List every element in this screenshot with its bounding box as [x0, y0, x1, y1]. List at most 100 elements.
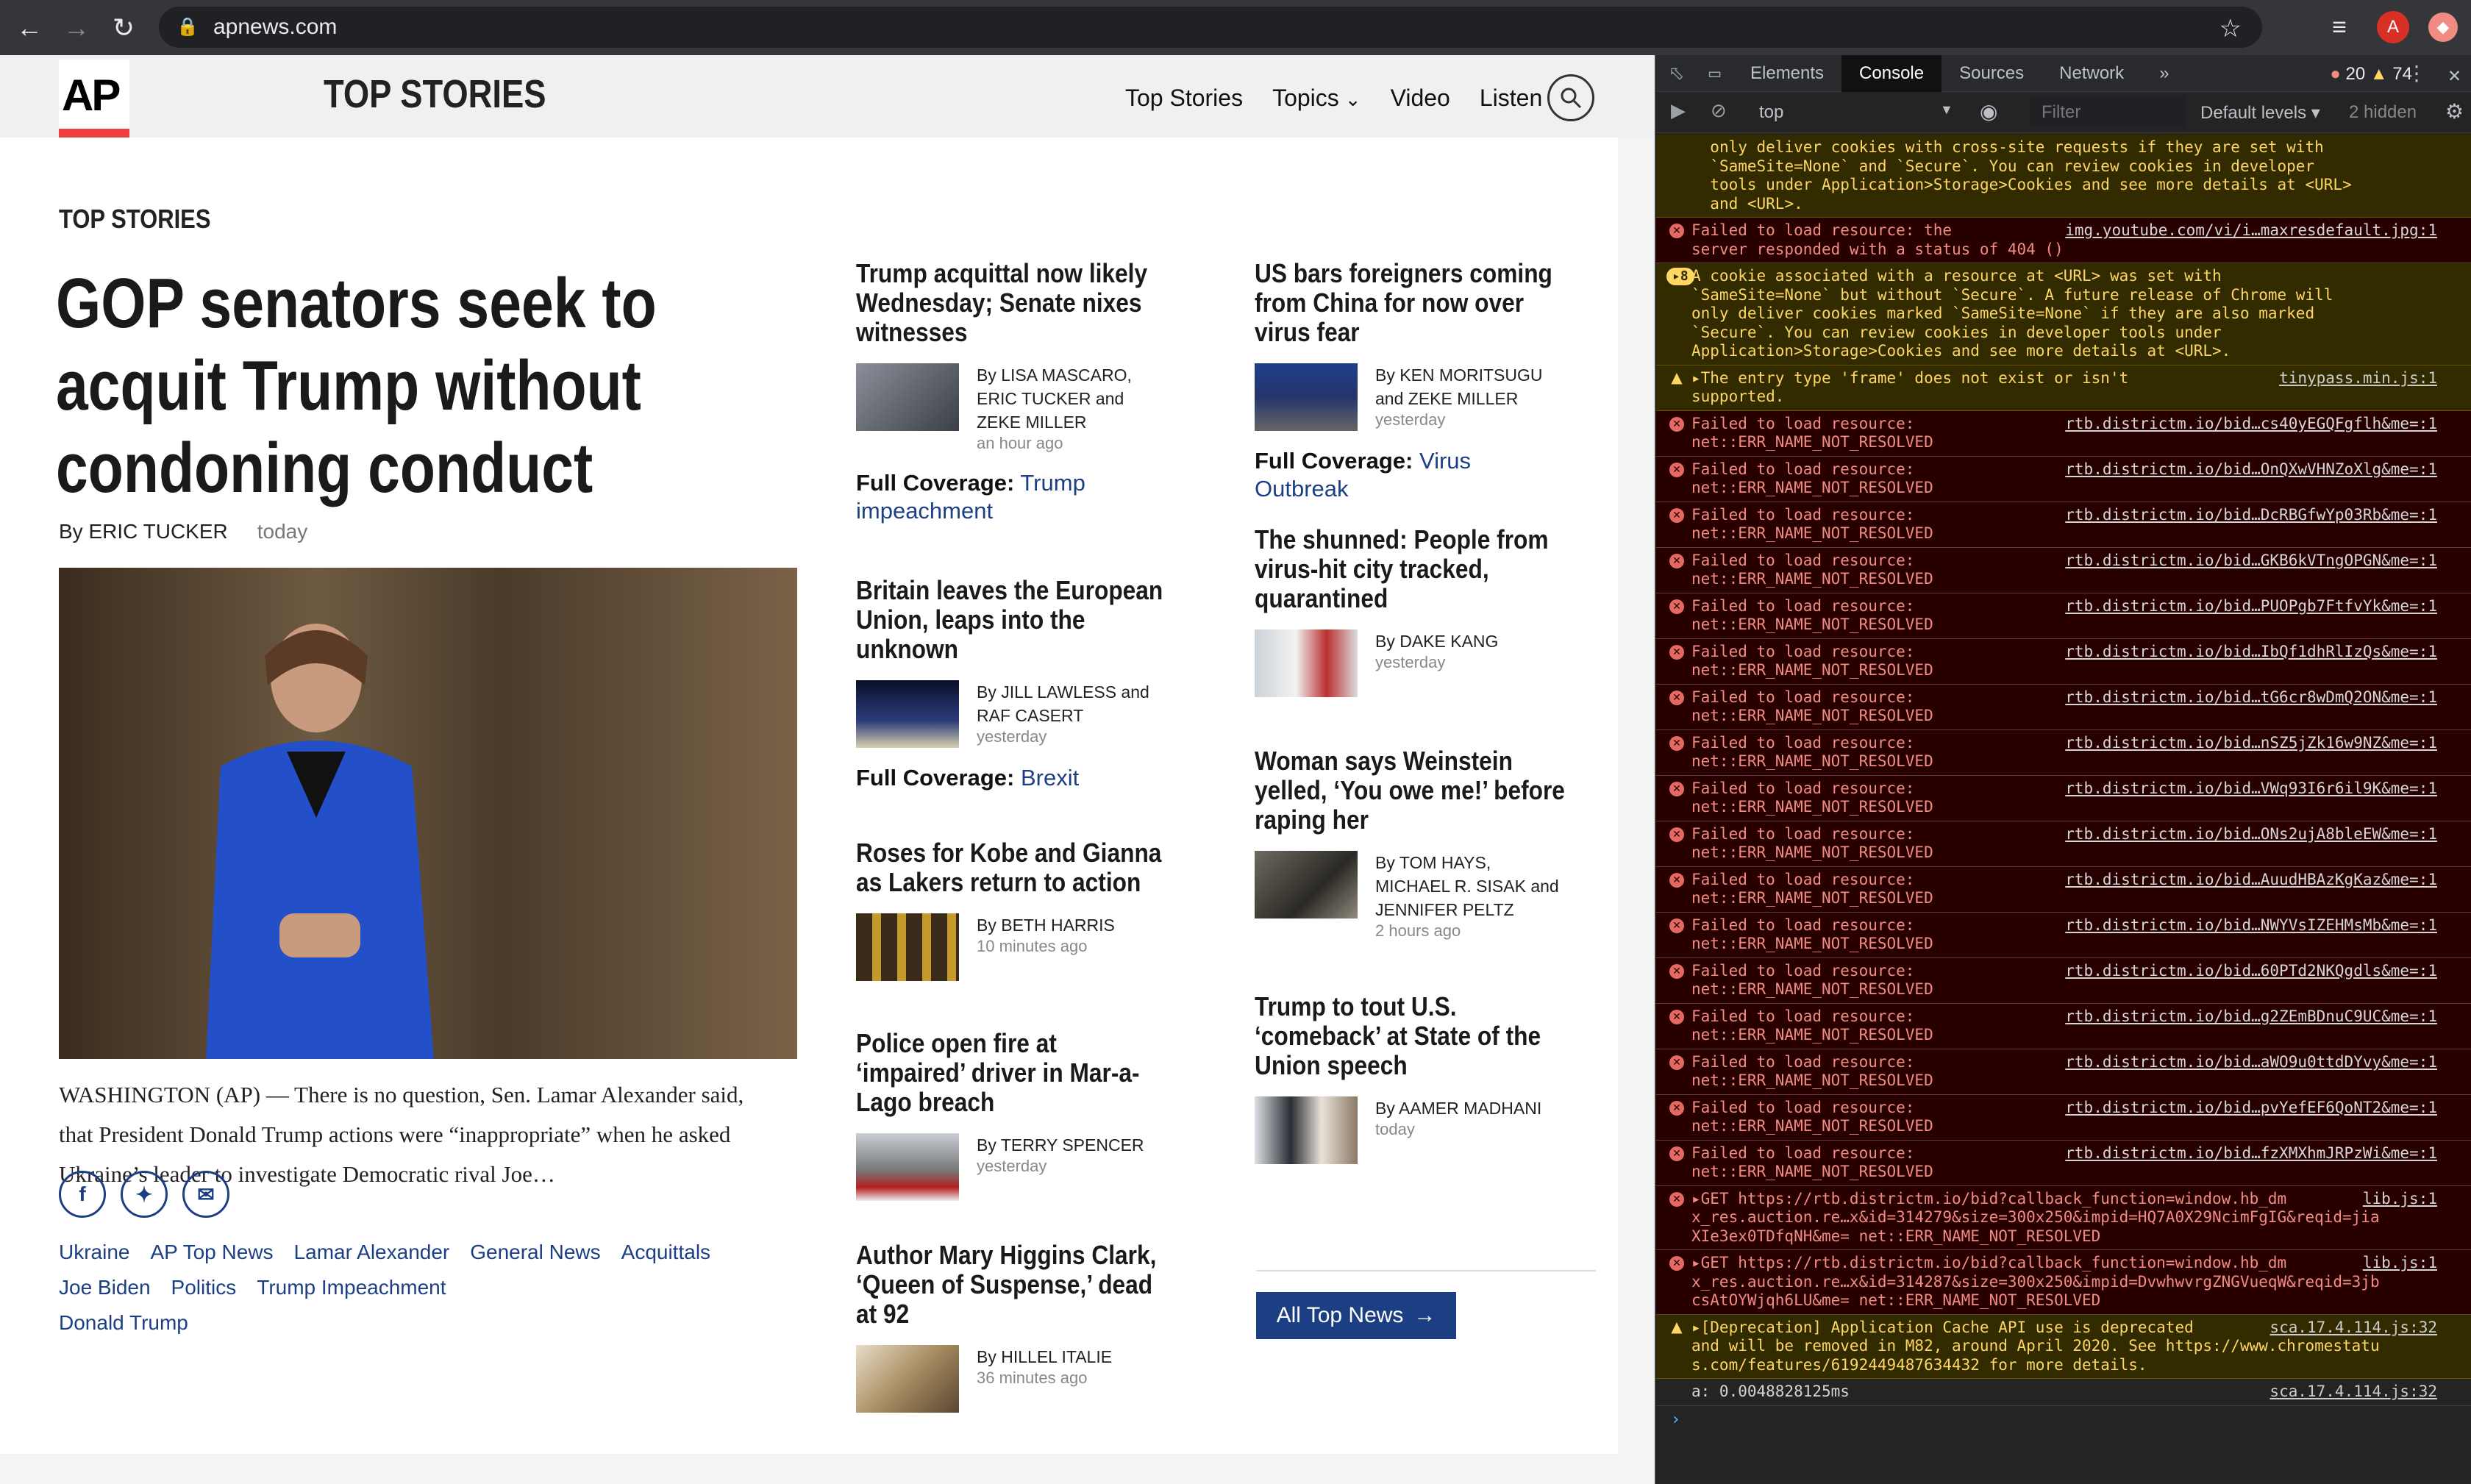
console-message-error[interactable]: ✕ Failed to load resource: net::ERR_NAME_… [1656, 638, 2471, 685]
console-message-error[interactable]: ✕ Failed to load resource: net::ERR_NAME_… [1656, 593, 2471, 639]
console-source-link[interactable]: rtb.districtm.io/bid…NWYVsIZEHMsMb&me=:1 [2065, 916, 2437, 935]
console-source-link[interactable]: tinypass.min.js:1 [2279, 369, 2437, 388]
console-source-link[interactable]: sca.17.4.114.js:32 [2269, 1319, 2437, 1338]
story-headline[interactable]: Woman says Weinstein yelled, ‘You owe me… [1255, 746, 1565, 835]
console-message-error[interactable]: ✕ Failed to load resource: net::ERR_NAME_… [1656, 410, 2471, 457]
context-selector[interactable]: top [1759, 102, 1783, 123]
console-prompt[interactable]: › [1656, 1406, 2471, 1430]
console-source-link[interactable]: rtb.districtm.io/bid…cs40yEGQFgflh&me=:1 [2065, 415, 2437, 434]
tag-link[interactable]: AP Top News [150, 1241, 273, 1264]
console-source-link[interactable]: rtb.districtm.io/bid…g2ZEmBDnuC9UC&me=:1 [2065, 1007, 2437, 1027]
live-expression-eye-icon[interactable]: ◉ [1980, 99, 1997, 124]
console-message-error[interactable]: ✕ Failed to load resource: net::ERR_NAME_… [1656, 684, 2471, 730]
console-message-error[interactable]: ✕ Failed to load resource: net::ERR_NAME_… [1656, 1049, 2471, 1095]
devtools-menu-icon[interactable]: ⋮ [2406, 61, 2427, 85]
story-headline[interactable]: Roses for Kobe and Gianna as Lakers retu… [856, 838, 1166, 897]
extension-icon[interactable]: ◆ [2428, 13, 2458, 42]
console-message-error[interactable]: ✕ Failed to load resource: the server res… [1656, 218, 2471, 263]
tab-network[interactable]: Network [2042, 55, 2142, 92]
profile-avatar[interactable]: A [2377, 11, 2409, 43]
console-source-link[interactable]: rtb.districtm.io/bid…AuudHBAzKgKaz&me=:1 [2065, 871, 2437, 890]
console-source-link[interactable]: rtb.districtm.io/bid…tG6cr8wDmQ2ON&me=:1 [2065, 688, 2437, 707]
story-headline[interactable]: Trump to tout U.S. ‘comeback’ at State o… [1255, 992, 1565, 1080]
console-source-link[interactable]: rtb.districtm.io/bid…aWO9u0ttdDYvy&me=:1 [2065, 1053, 2437, 1072]
console-message-error[interactable]: ✕ Failed to load resource: net::ERR_NAME_… [1656, 547, 2471, 593]
tab-console[interactable]: Console [1841, 54, 1942, 92]
tab-sources[interactable]: Sources [1942, 55, 2042, 92]
media-queue-icon[interactable]: ≡ [2321, 9, 2358, 46]
console-message-error[interactable]: ✕ Failed to load resource: net::ERR_NAME_… [1656, 775, 2471, 821]
story-headline[interactable]: Trump acquittal now likely Wednesday; Se… [856, 259, 1166, 347]
story-thumbnail[interactable] [856, 680, 959, 748]
console-message-error[interactable]: ✕ Failed to load resource: net::ERR_NAME_… [1656, 821, 2471, 867]
console-source-link[interactable]: rtb.districtm.io/bid…DcRBGfwYp03Rb&me=:1 [2065, 506, 2437, 525]
forward-arrow-icon[interactable]: → [53, 4, 100, 51]
console-message-error[interactable]: ✕ Failed to load resource: net::ERR_NAME_… [1656, 1140, 2471, 1186]
story-headline[interactable]: Britain leaves the European Union, leaps… [856, 576, 1166, 664]
twitter-share-button[interactable]: ✦ [121, 1171, 168, 1218]
tag-link[interactable]: General News [470, 1241, 600, 1264]
all-top-news-button[interactable]: All Top News → [1256, 1292, 1456, 1339]
console-source-link[interactable]: img.youtube.com/vi/i…maxresdefault.jpg:1 [2065, 221, 2437, 240]
log-levels-dropdown[interactable]: Default levels ▾ [2200, 102, 2320, 124]
story-thumbnail[interactable] [1255, 851, 1358, 918]
tag-link[interactable]: Lamar Alexander [294, 1241, 450, 1264]
story-headline[interactable]: The shunned: People from virus-hit city … [1255, 525, 1565, 613]
console-message-error[interactable]: ✕ Failed to load resource: net::ERR_NAME_… [1656, 456, 2471, 502]
tag-link[interactable]: Ukraine [59, 1241, 129, 1264]
console-source-link[interactable]: rtb.districtm.io/bid…PUOPgb7FtfvYk&me=:1 [2065, 597, 2437, 616]
nav-video[interactable]: Video [1391, 85, 1450, 112]
tag-link[interactable]: Donald Trump [59, 1311, 721, 1335]
console-source-link[interactable]: rtb.districtm.io/bid…VWq93I6r6il9K&me=:1 [2065, 780, 2437, 799]
device-toolbar-icon[interactable]: ▭ [1709, 63, 1721, 85]
nav-topics[interactable]: Topics ⌄ [1272, 85, 1361, 112]
console-source-link[interactable]: lib.js:1 [2363, 1254, 2437, 1273]
console-source-link[interactable]: rtb.districtm.io/bid…pvYefEF6QoNT2&me=:1 [2065, 1099, 2437, 1118]
clear-console-icon[interactable]: ⊘ [1711, 99, 1727, 122]
console-message-warn[interactable]: ▲ ▸The entry type 'frame' does not exist … [1656, 365, 2471, 411]
lead-photo[interactable] [59, 568, 797, 1059]
console-message-plain[interactable]: a: 0.0048828125ms sca.17.4.114.js:32 [1656, 1379, 2471, 1406]
story-thumbnail[interactable] [856, 363, 959, 431]
console-source-link[interactable]: rtb.districtm.io/bid…nSZ5jZk16w9NZ&me=:1 [2065, 734, 2437, 753]
console-source-link[interactable]: rtb.districtm.io/bid…60PTd2NKQgdls&me=:1 [2065, 962, 2437, 981]
inspect-element-icon[interactable]: ⬁ [1669, 63, 1685, 85]
tag-link[interactable]: Trump Impeachment [257, 1276, 446, 1299]
console-source-link[interactable]: rtb.districtm.io/bid…GKB6kVTngOPGN&me=:1 [2065, 552, 2437, 571]
console-message-error[interactable]: ✕ Failed to load resource: net::ERR_NAME_… [1656, 912, 2471, 958]
story-headline[interactable]: Police open fire at ‘impaired’ driver in… [856, 1029, 1166, 1117]
search-button[interactable] [1547, 74, 1594, 121]
tag-link[interactable]: Joe Biden [59, 1276, 151, 1299]
story-headline[interactable]: US bars foreigners coming from China for… [1255, 259, 1565, 347]
console-source-link[interactable]: rtb.districtm.io/bid…ONs2ujA8bleEW&me=:1 [2065, 825, 2437, 844]
reload-icon[interactable]: ↻ [100, 4, 147, 51]
console-message-error[interactable]: ✕ ▸GET https://rtb.districtm.io/bid?callb… [1656, 1250, 2471, 1315]
console-message-warn[interactable]: only deliver cookies with cross-site req… [1656, 135, 2471, 218]
lead-headline[interactable]: GOP senators seek to acquit Trump withou… [56, 263, 749, 510]
console-message-error[interactable]: ✕ Failed to load resource: net::ERR_NAME_… [1656, 1003, 2471, 1049]
address-bar[interactable]: 🔒 apnews.com ☆ [159, 7, 2262, 48]
nav-listen[interactable]: Listen [1480, 85, 1542, 112]
story-thumbnail[interactable] [1255, 363, 1358, 431]
console-source-link[interactable]: lib.js:1 [2363, 1190, 2437, 1209]
more-tabs-icon[interactable]: » [2142, 55, 2186, 92]
gear-icon[interactable]: ⚙ [2445, 99, 2464, 124]
story-thumbnail[interactable] [856, 913, 959, 981]
console-filter-input[interactable]: Filter [2030, 96, 2186, 127]
tab-elements[interactable]: Elements [1733, 55, 1841, 92]
console-message-error[interactable]: ✕ Failed to load resource: net::ERR_NAME_… [1656, 1094, 2471, 1141]
console-message-error[interactable]: ✕ Failed to load resource: net::ERR_NAME_… [1656, 729, 2471, 776]
facebook-share-button[interactable]: f [59, 1171, 106, 1218]
ap-logo[interactable]: AP [59, 60, 129, 133]
coverage-link[interactable]: Brexit [1021, 765, 1079, 791]
console-source-link[interactable]: rtb.districtm.io/bid…OnQXwVHNZoXlg&me=:1 [2065, 460, 2437, 479]
console-message-warn[interactable]: ▲ ▸[Deprecation] Application Cache API us… [1656, 1314, 2471, 1379]
tag-link[interactable]: Acquittals [621, 1241, 710, 1264]
console-message-error[interactable]: ✕ Failed to load resource: net::ERR_NAME_… [1656, 957, 2471, 1004]
console-message-error[interactable]: ✕ ▸GET https://rtb.districtm.io/bid?callb… [1656, 1185, 2471, 1250]
console-source-link[interactable]: rtb.districtm.io/bid…IbQf1dhRlIzQs&me=:1 [2065, 643, 2437, 662]
issue-counts[interactable]: ● 20 ▲ 74 [2330, 64, 2412, 85]
console-message-error[interactable]: ✕ Failed to load resource: net::ERR_NAME_… [1656, 502, 2471, 548]
story-thumbnail[interactable] [1255, 1096, 1358, 1164]
tag-link[interactable]: Politics [171, 1276, 237, 1299]
